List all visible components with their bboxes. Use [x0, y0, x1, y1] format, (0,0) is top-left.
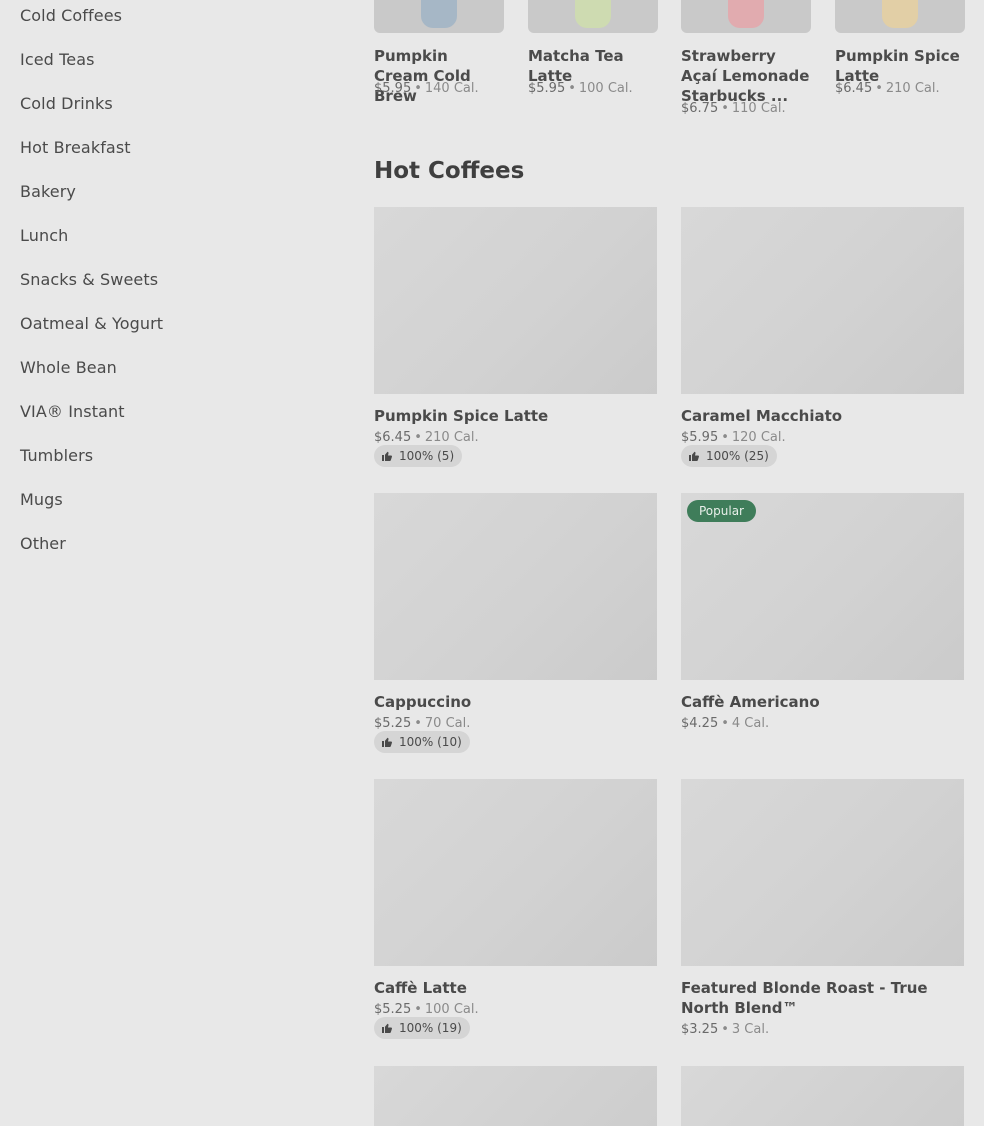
- sidebar-item-bakery[interactable]: Bakery: [20, 182, 76, 201]
- product-calories: 210 Cal.: [424, 430, 479, 445]
- rating-text: 100% (19): [399, 1021, 462, 1035]
- product-meta: $6.75 • 110 Cal.: [681, 101, 786, 116]
- sidebar-item-lunch[interactable]: Lunch: [20, 226, 68, 245]
- rating-pill: 100% (19): [374, 1017, 470, 1039]
- product-name: Caffè Latte: [374, 979, 467, 997]
- product-price: $6.75: [681, 101, 719, 116]
- product-calories: 100 Cal.: [424, 1002, 479, 1017]
- separator: •: [414, 81, 422, 96]
- product-name: Pumpkin Spice Latte: [835, 47, 960, 85]
- sidebar-item-whole-bean[interactable]: Whole Bean: [20, 358, 117, 377]
- product-name: Pumpkin Spice Latte: [374, 407, 549, 425]
- sidebar-item-via-instant[interactable]: VIA® Instant: [20, 402, 125, 421]
- product-image[interactable]: [374, 493, 657, 680]
- rating-pill: 100% (25): [681, 445, 777, 467]
- thumbs-up-icon: [382, 1023, 392, 1033]
- separator: •: [721, 716, 729, 731]
- rating-pill: 100% (10): [374, 731, 470, 753]
- product-image[interactable]: [374, 207, 657, 394]
- separator: •: [568, 81, 576, 96]
- product-calories: 3 Cal.: [731, 1022, 770, 1037]
- drink-glass: [882, 0, 918, 28]
- product-calories: 110 Cal.: [731, 101, 786, 116]
- sidebar-item-mugs[interactable]: Mugs: [20, 490, 63, 509]
- product-price: $6.45: [835, 81, 873, 96]
- product-meta: $6.45 • 210 Cal.: [835, 81, 940, 96]
- product-image-next-row-left[interactable]: [374, 1066, 657, 1126]
- thumbs-up-icon: [382, 737, 392, 747]
- product-name: Featured Blonde Roast - True North Blend…: [681, 979, 928, 1017]
- product-price: $5.95: [374, 81, 412, 96]
- product-price: $5.25: [374, 716, 412, 731]
- product-meta: $6.45 • 210 Cal.: [374, 430, 479, 445]
- drink-glass: [421, 0, 457, 28]
- product-meta: $5.95 • 140 Cal.: [374, 81, 479, 96]
- separator: •: [721, 101, 729, 116]
- product-meta: $5.25 • 100 Cal.: [374, 1002, 479, 1017]
- popular-badge: Popular: [687, 500, 756, 522]
- product-meta: $4.25 • 4 Cal.: [681, 716, 769, 731]
- product-image[interactable]: [681, 0, 811, 33]
- product-calories: 120 Cal.: [731, 430, 786, 445]
- product-meta: $5.25 • 70 Cal.: [374, 716, 470, 731]
- product-price: $5.95: [681, 430, 719, 445]
- separator: •: [414, 1002, 422, 1017]
- product-calories: 210 Cal.: [885, 81, 940, 96]
- rating-text: 100% (25): [706, 449, 769, 463]
- thumbs-up-icon: [689, 451, 699, 461]
- sidebar-item-tumblers[interactable]: Tumblers: [20, 446, 93, 465]
- drink-glass: [728, 0, 764, 28]
- product-name: Pumpkin Cream Cold Brew: [374, 47, 471, 105]
- product-image-next-row-right[interactable]: [681, 1066, 964, 1126]
- product-image[interactable]: [835, 0, 965, 33]
- sidebar-item-hot-breakfast[interactable]: Hot Breakfast: [20, 138, 131, 157]
- sidebar-item-other[interactable]: Other: [20, 534, 66, 553]
- product-image[interactable]: [528, 0, 658, 33]
- separator: •: [721, 430, 729, 445]
- product-price: $6.45: [374, 430, 412, 445]
- product-image[interactable]: [681, 207, 964, 394]
- product-image[interactable]: [374, 779, 657, 966]
- product-price: $3.25: [681, 1022, 719, 1037]
- product-image[interactable]: [374, 0, 504, 33]
- sidebar-item-snacks-sweets[interactable]: Snacks & Sweets: [20, 270, 158, 289]
- rating-text: 100% (10): [399, 735, 462, 749]
- product-calories: 70 Cal.: [424, 716, 471, 731]
- product-meta: $5.95 • 120 Cal.: [681, 430, 786, 445]
- separator: •: [721, 1022, 729, 1037]
- product-name: Caffè Americano: [681, 693, 820, 711]
- product-name: Caramel Macchiato: [681, 407, 843, 425]
- separator: •: [414, 716, 422, 731]
- separator: •: [875, 81, 883, 96]
- product-name: Strawberry Açaí Lemonade Starbucks ...: [681, 47, 810, 105]
- separator: •: [414, 430, 422, 445]
- sidebar-item-cold-coffees[interactable]: Cold Coffees: [20, 6, 122, 25]
- product-price: $5.25: [374, 1002, 412, 1017]
- product-meta: $3.25 • 3 Cal.: [681, 1022, 769, 1037]
- drink-glass: [575, 0, 611, 28]
- product-price: $4.25: [681, 716, 719, 731]
- product-name: Cappuccino: [374, 693, 472, 711]
- sidebar-item-iced-teas[interactable]: Iced Teas: [20, 50, 95, 69]
- sidebar-item-oatmeal-yogurt[interactable]: Oatmeal & Yogurt: [20, 314, 163, 333]
- product-price: $5.95: [528, 81, 566, 96]
- product-image[interactable]: [681, 779, 964, 966]
- product-name: Matcha Tea Latte: [528, 47, 624, 85]
- rating-pill: 100% (5): [374, 445, 463, 467]
- section-title-hot-coffees: Hot Coffees: [374, 158, 525, 184]
- product-meta: $5.95 • 100 Cal.: [528, 81, 633, 96]
- sidebar-item-cold-drinks[interactable]: Cold Drinks: [20, 94, 113, 113]
- rating-text: 100% (5): [399, 449, 455, 463]
- product-calories: 140 Cal.: [424, 81, 479, 96]
- product-calories: 100 Cal.: [578, 81, 633, 96]
- thumbs-up-icon: [382, 451, 392, 461]
- product-calories: 4 Cal.: [731, 716, 770, 731]
